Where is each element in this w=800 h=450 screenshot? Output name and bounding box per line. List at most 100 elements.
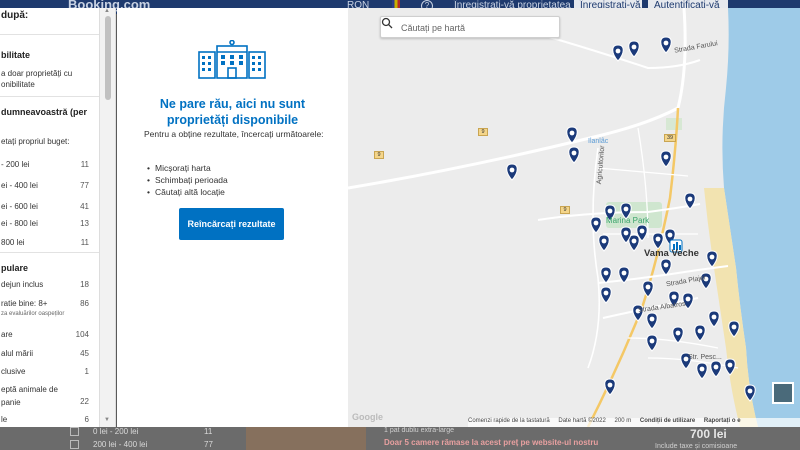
background-filter-row: 0 lei - 200 lei [70, 427, 139, 437]
popular-filter-count: 1 [84, 367, 89, 376]
popular-filter-sub: za evaluărilor oaspeților [1, 311, 65, 317]
background-filter-row: 200 lei - 400 lei [70, 440, 148, 450]
budget-range-count: 11 [80, 238, 89, 247]
property-map-pin[interactable] [710, 360, 722, 378]
budget-range-count: 41 [80, 202, 89, 211]
popular-filter-label[interactable]: ratie bine: 8+ [1, 298, 47, 309]
popular-filter-count: 45 [80, 349, 89, 358]
filter-section-budget: dumneavoastră (per [1, 107, 88, 117]
property-price: 700 lei [690, 427, 727, 441]
suggestion-item: Schimbați perioada [147, 174, 337, 186]
sidebar-scrollbar[interactable]: ▲ ▼ [100, 8, 116, 427]
road-number-badge: 39 [664, 134, 676, 142]
map-label-marina: Marina Park [606, 216, 650, 225]
filter-label: 200 lei - 400 lei [93, 440, 148, 449]
property-map-pin[interactable] [708, 310, 720, 328]
map-canvas [348, 8, 800, 427]
search-icon [381, 17, 393, 29]
budget-range-label[interactable]: 800 lei [1, 237, 25, 248]
property-map-pin[interactable] [652, 232, 664, 250]
popular-filter-label[interactable]: are [1, 329, 13, 340]
filter-label: 0 lei - 200 lei [93, 427, 139, 436]
popular-filter-label[interactable]: eptă animale de [1, 384, 58, 395]
map-view[interactable]: Vama Veche Marina Park Ilanlâc Strada Fa… [348, 8, 800, 427]
divider [0, 252, 99, 253]
popular-filter-count: 18 [80, 280, 89, 289]
property-map-pin[interactable] [628, 40, 640, 58]
no-results-intro: Pentru a obține rezultate, încercați urm… [144, 129, 324, 139]
scrollbar-thumb[interactable] [105, 16, 111, 100]
property-map-pin[interactable] [598, 234, 610, 252]
property-map-pin[interactable] [660, 150, 672, 168]
custom-budget-toggle[interactable]: etați propriul buget: [1, 136, 70, 147]
property-map-pin[interactable] [506, 163, 518, 181]
property-photo [246, 427, 366, 450]
map-label-street: Str. Pesc... [688, 354, 722, 361]
property-map-pin[interactable] [590, 216, 602, 234]
map-search-box[interactable] [380, 16, 560, 38]
divider [0, 96, 99, 97]
filter-count: 11 [204, 427, 213, 436]
road-number-badge: 9 [560, 206, 570, 214]
property-map-pin[interactable] [600, 286, 612, 304]
property-map-pin[interactable] [660, 258, 672, 276]
price-taxes-note: Include taxe și comisioane [655, 443, 738, 450]
budget-range-count: 77 [80, 181, 89, 190]
buildings-icon [197, 39, 269, 85]
scroll-down-arrow-icon[interactable]: ▼ [104, 417, 110, 423]
property-map-pin[interactable] [696, 362, 708, 380]
report-error-link[interactable]: Raportați o e [704, 418, 741, 424]
bed-info: 1 pat dublu extra-large [384, 427, 455, 434]
popular-filter-label[interactable]: le [1, 414, 7, 425]
reload-results-button[interactable]: Reîncărcați rezultate [179, 208, 284, 240]
map-type-toggle[interactable] [772, 382, 794, 404]
no-results-title: Ne pare rău, aici nu sunt proprietăți di… [159, 97, 306, 127]
google-logo: Google [352, 412, 383, 422]
suggestion-item: Micșorați harta [147, 162, 337, 174]
map-data-text: Date hartă ©2022 [558, 418, 606, 424]
suggestion-list: Micșorați harta Schimbați perioada Căuta… [147, 162, 337, 198]
availability-option[interactable]: a doar proprietăți cu [1, 68, 72, 79]
terms-link[interactable]: Condiții de utilizare [640, 418, 695, 424]
popular-filter-count: 86 [80, 299, 89, 308]
availability-option-cont: onibilitate [1, 80, 35, 89]
filter-section-availability: bilitate [1, 50, 31, 60]
budget-range-label[interactable]: ei - 800 lei [1, 218, 38, 229]
scroll-up-arrow-icon[interactable]: ▲ [104, 8, 110, 14]
no-results-panel: Ne pare rău, aici nu sunt proprietăți di… [117, 8, 348, 427]
filter-section-popular: pulare [1, 263, 29, 273]
budget-range-count: 11 [80, 160, 89, 169]
map-attribution-bar: Comenzi rapide de la tastatură Date hart… [468, 418, 800, 427]
keyboard-shortcuts-link[interactable]: Comenzi rapide de la tastatură [468, 418, 550, 424]
map-label-town: Vama Veche [644, 248, 699, 259]
popular-filter-label-cont: panie [1, 398, 21, 407]
property-map-pin[interactable] [646, 312, 658, 330]
property-map-pin[interactable] [642, 280, 654, 298]
filter-title: după: [1, 10, 29, 21]
property-map-pin[interactable] [694, 324, 706, 342]
availability-warning: Doar 5 camere rămase la acest preț pe we… [384, 438, 599, 447]
budget-range-label[interactable]: - 200 lei [1, 159, 29, 170]
budget-range-count: 13 [80, 219, 89, 228]
budget-range-label[interactable]: ei - 400 lei [1, 180, 38, 191]
budget-range-label[interactable]: ei - 600 lei [1, 201, 38, 212]
map-search-input[interactable] [401, 20, 556, 36]
popular-filter-count: 6 [84, 415, 89, 424]
popular-filter-label[interactable]: dejun inclus [1, 279, 43, 290]
checkbox [70, 427, 79, 437]
suggestion-item: Căutați altă locație [147, 186, 337, 198]
property-map-pin[interactable] [568, 146, 580, 164]
divider [0, 34, 99, 35]
popular-filter-label[interactable]: alul mării [1, 348, 33, 359]
road-number-badge: 9 [374, 151, 384, 159]
property-map-pin[interactable] [600, 266, 612, 284]
property-map-pin[interactable] [646, 334, 658, 352]
checkbox [70, 440, 79, 450]
filter-count: 77 [204, 440, 213, 449]
popular-filter-count: 22 [80, 397, 89, 406]
map-scale[interactable]: 200 m [615, 418, 632, 424]
popular-filter-count: 104 [75, 330, 89, 339]
road-number-badge: 9 [478, 128, 488, 136]
popular-filter-label[interactable]: clusive [1, 366, 25, 377]
property-map-pin[interactable] [660, 36, 672, 54]
